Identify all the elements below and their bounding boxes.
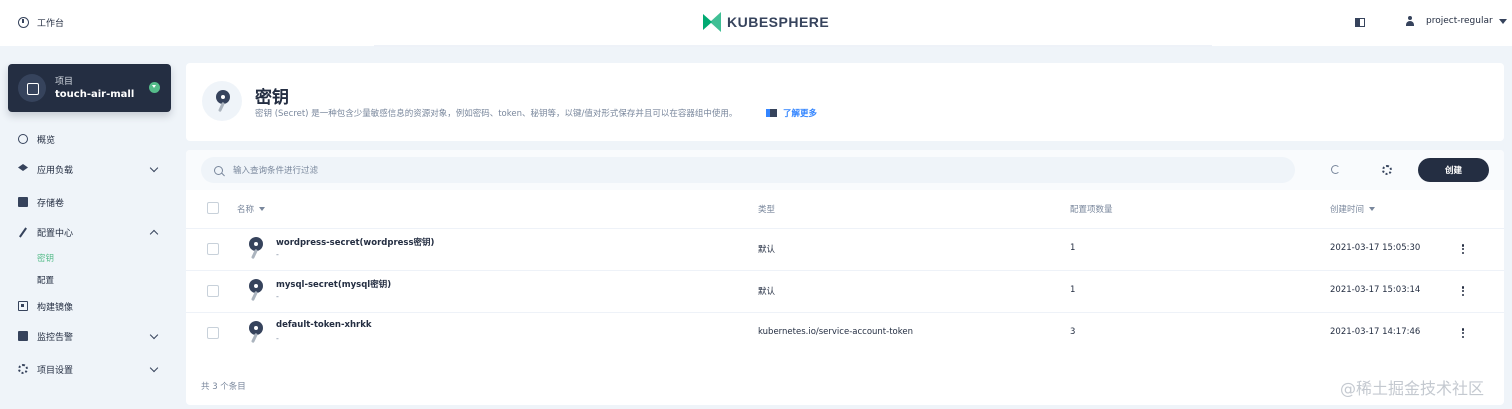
column-name-label: 名称 xyxy=(237,205,255,215)
dashboard-icon xyxy=(18,134,28,144)
kubesphere-logo[interactable]: KUBESPHERE xyxy=(703,12,829,32)
page-icon xyxy=(202,81,242,121)
workbench-link[interactable]: 工作台 xyxy=(18,16,64,29)
create-button[interactable]: 创建 xyxy=(1418,158,1489,182)
docs-icon[interactable] xyxy=(1355,18,1365,27)
search-icon xyxy=(214,165,223,175)
table-row[interactable]: wordpress-secret(wordpress密钥) - 默认 1 202… xyxy=(186,228,1504,270)
sidebar-subitem-configmaps[interactable]: 配置 xyxy=(37,274,54,286)
column-created[interactable]: 创建时间 xyxy=(1330,203,1376,215)
column-created-label: 创建时间 xyxy=(1330,205,1365,215)
secrets-table-card: 输入查询条件进行过滤 创建 名称 类型 配置项数量 创建时间 wordpress… xyxy=(186,150,1504,405)
table-row[interactable]: mysql-secret(mysql密钥) - 默认 1 2021-03-17 … xyxy=(186,270,1504,312)
column-type-label: 类型 xyxy=(758,205,776,215)
secret-created: 2021-03-17 15:03:14 xyxy=(1330,285,1421,295)
row-checkbox[interactable] xyxy=(207,243,219,255)
project-switcher[interactable]: 项目 touch-air-mall xyxy=(8,64,171,112)
sidebar-item-monitoring[interactable]: 监控告警 xyxy=(18,328,163,344)
column-settings-icon[interactable] xyxy=(1382,165,1392,175)
image-icon xyxy=(18,301,28,311)
sidebar-item-label: 概览 xyxy=(37,135,56,146)
user-menu[interactable]: project-regular xyxy=(1406,16,1507,26)
secret-count: 1 xyxy=(1070,285,1076,295)
secret-type: 默认 xyxy=(758,287,776,297)
select-all-checkbox[interactable] xyxy=(207,202,219,214)
row-checkbox[interactable] xyxy=(207,327,219,339)
monitor-icon xyxy=(18,331,28,341)
table-toolbar: 输入查询条件进行过滤 创建 xyxy=(186,150,1504,190)
sidebar-item-label: 监控告警 xyxy=(37,332,74,343)
layers-icon xyxy=(18,164,28,171)
search-input[interactable]: 输入查询条件进行过滤 xyxy=(201,157,1295,183)
storage-icon xyxy=(18,197,28,207)
secret-created: 2021-03-17 15:05:30 xyxy=(1330,243,1421,253)
secret-description: - xyxy=(276,250,279,259)
sort-icon xyxy=(259,207,266,211)
book-icon xyxy=(766,109,777,117)
project-name: touch-air-mall xyxy=(55,89,135,100)
workbench-icon xyxy=(18,17,29,28)
sidebar-item-label: 构建镜像 xyxy=(37,302,74,313)
sidebar-item-workloads[interactable]: 应用负载 xyxy=(18,161,163,177)
table-header: 名称 类型 配置项数量 创建时间 xyxy=(186,194,1504,222)
status-ok-icon xyxy=(149,82,160,93)
page-header: 密钥 密钥 (Secret) 是一种包含少量敏感信息的资源对象，例如密码、tok… xyxy=(186,63,1504,141)
more-actions-icon[interactable] xyxy=(1458,326,1468,340)
sidebar-item-image-builder[interactable]: 构建镜像 xyxy=(18,298,163,314)
secret-type: kubernetes.io/service-account-token xyxy=(758,327,913,337)
column-type: 类型 xyxy=(758,203,775,215)
secret-name[interactable]: wordpress-secret(wordpress密钥) xyxy=(276,236,434,248)
secret-type: 默认 xyxy=(758,245,776,255)
secret-count: 3 xyxy=(1070,327,1076,337)
sidebar-item-label: 存储卷 xyxy=(37,198,65,209)
table-row[interactable]: default-token-xhrkk - kubernetes.io/serv… xyxy=(186,312,1504,354)
table-footer-count: 共 3 个条目 xyxy=(201,382,246,392)
kubesphere-logo-icon xyxy=(703,12,721,32)
project-label: 项目 xyxy=(55,77,74,87)
page-title: 密钥 xyxy=(255,88,289,108)
chevron-up-icon xyxy=(149,229,159,239)
secret-name[interactable]: mysql-secret(mysql密钥) xyxy=(276,278,391,290)
secret-description: - xyxy=(276,292,279,301)
search-placeholder: 输入查询条件进行过滤 xyxy=(233,166,319,176)
sidebar: 项目 touch-air-mall 概览 应用负载 存储卷 配置中心 密钥 配置… xyxy=(0,46,180,409)
column-count-label: 配置项数量 xyxy=(1070,205,1113,215)
secret-description: - xyxy=(276,334,279,343)
username: project-regular xyxy=(1426,16,1493,26)
project-icon xyxy=(18,74,46,102)
sidebar-item-overview[interactable]: 概览 xyxy=(18,131,163,147)
sidebar-item-volumes[interactable]: 存储卷 xyxy=(18,194,163,210)
sidebar-item-config-center[interactable]: 配置中心 xyxy=(18,224,163,240)
sort-icon xyxy=(1369,207,1376,211)
chevron-down-icon xyxy=(1498,18,1507,24)
chevron-down-icon xyxy=(149,363,159,373)
secret-name[interactable]: default-token-xhrkk xyxy=(276,320,372,330)
row-checkbox[interactable] xyxy=(207,285,219,297)
workbench-label: 工作台 xyxy=(37,19,65,29)
sidebar-item-label: 项目设置 xyxy=(37,365,74,376)
sidebar-item-project-settings[interactable]: 项目设置 xyxy=(18,361,163,377)
learn-more-link[interactable]: 了解更多 xyxy=(766,107,817,119)
user-icon xyxy=(1406,16,1414,26)
secret-count: 1 xyxy=(1070,243,1076,253)
chevron-down-icon xyxy=(149,163,159,173)
logo-text: KUBESPHERE xyxy=(727,14,830,30)
top-divider xyxy=(374,45,1212,47)
sidebar-item-label: 应用负载 xyxy=(37,165,74,176)
sidebar-item-label: 配置中心 xyxy=(37,228,74,239)
column-count: 配置项数量 xyxy=(1070,203,1113,215)
sidebar-subitem-secrets[interactable]: 密钥 xyxy=(37,252,54,264)
secret-created: 2021-03-17 14:17:46 xyxy=(1330,327,1421,337)
gear-icon xyxy=(18,364,28,374)
chevron-down-icon xyxy=(149,330,159,340)
page-description: 密钥 (Secret) 是一种包含少量敏感信息的资源对象，例如密码、token、… xyxy=(255,109,738,119)
watermark: @稀土掘金技术社区 xyxy=(1340,379,1485,398)
top-bar: 工作台 KUBESPHERE project-regular xyxy=(0,0,1512,47)
refresh-icon[interactable] xyxy=(1331,165,1340,174)
learn-more-label: 了解更多 xyxy=(783,109,818,119)
pen-icon xyxy=(18,227,28,238)
column-name[interactable]: 名称 xyxy=(237,203,266,215)
more-actions-icon[interactable] xyxy=(1458,284,1468,298)
more-actions-icon[interactable] xyxy=(1458,242,1468,256)
